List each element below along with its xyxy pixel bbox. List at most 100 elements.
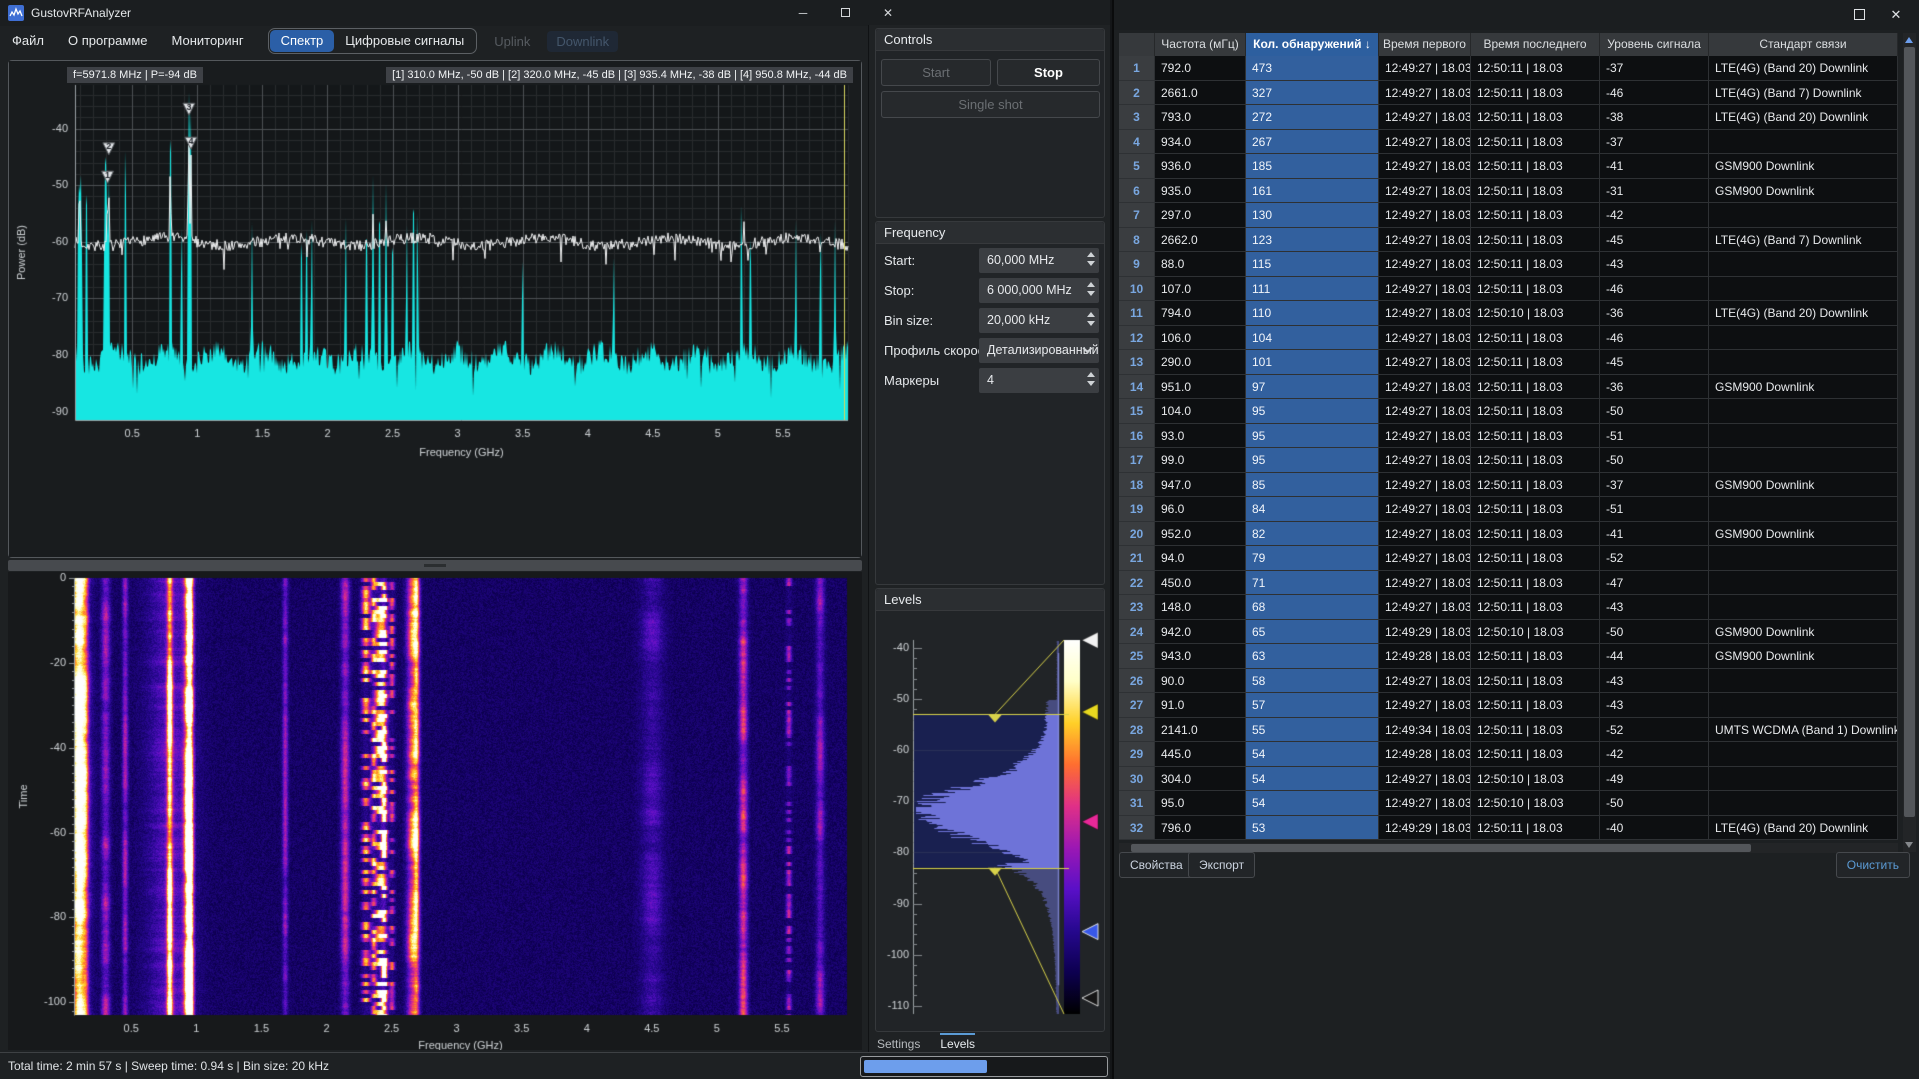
panel-tab[interactable]: Levels [940,1033,975,1055]
table-row[interactable]: 15 104.0 95 12:49:27 | 18.03 12:50:11 | … [1119,399,1898,424]
cell-last-time: 12:50:11 | 18.03 [1471,571,1600,596]
table-row[interactable]: 28 2141.0 55 12:49:34 | 18.03 12:50:11 |… [1119,718,1898,743]
table-row[interactable]: 29 445.0 54 12:49:28 | 18.03 12:50:11 | … [1119,742,1898,767]
table-header-cell[interactable] [1119,33,1155,56]
menu-item[interactable]: О программе [56,27,160,55]
spin-down-icon[interactable] [1087,261,1095,266]
cell-first-time: 12:49:27 | 18.03 [1379,203,1471,228]
spin-down-icon[interactable] [1087,321,1095,326]
cell-first-time: 12:49:27 | 18.03 [1379,473,1471,498]
table-header-cell[interactable]: Кол. обнаружений ↓ [1246,33,1379,56]
table-row[interactable]: 1 792.0 473 12:49:27 | 18.03 12:50:11 | … [1119,56,1898,81]
table-row[interactable]: 31 95.0 54 12:49:27 | 18.03 12:50:10 | 1… [1119,791,1898,816]
maximize-button[interactable] [824,0,866,26]
spin-down-icon[interactable] [1087,381,1095,386]
table-row[interactable]: 19 96.0 84 12:49:27 | 18.03 12:50:11 | 1… [1119,497,1898,522]
spin-up-icon[interactable] [1087,252,1095,257]
menu-items: ФайлО программеМониторинг [0,27,256,55]
panel-tab[interactable]: Settings [877,1033,920,1055]
table-row[interactable]: 21 94.0 79 12:49:27 | 18.03 12:50:11 | 1… [1119,546,1898,571]
field-value: Детализированный [987,343,1099,357]
vertical-scrollbar[interactable] [1903,33,1916,852]
stop-button[interactable]: Stop [997,59,1100,86]
table-row[interactable]: 23 148.0 68 12:49:27 | 18.03 12:50:11 | … [1119,595,1898,620]
cell-signal-level: -36 [1600,375,1709,400]
spinner-icons[interactable] [1087,312,1095,326]
properties-button[interactable]: Свойства [1119,852,1194,878]
menu-item[interactable]: Файл [0,27,56,55]
field-input[interactable]: 60,000 MHz [979,248,1099,273]
close-button[interactable]: ✕ [866,0,910,26]
table-row[interactable]: 14 951.0 97 12:49:27 | 18.03 12:50:11 | … [1119,375,1898,400]
link-tab[interactable]: Uplink [485,31,539,52]
mode-tab[interactable]: Спектр [270,30,335,52]
table-header-cell[interactable]: Частота (мГц) [1155,33,1246,56]
plot-splitter[interactable] [8,560,862,571]
table-row[interactable]: 2 2661.0 327 12:49:27 | 18.03 12:50:11 |… [1119,81,1898,106]
vertical-scrollbar-thumb[interactable] [1904,47,1915,817]
field-input[interactable]: Детализированный [979,338,1099,363]
table-header-cell[interactable]: Уровень сигнала [1600,33,1709,56]
table-row[interactable]: 26 90.0 58 12:49:27 | 18.03 12:50:11 | 1… [1119,669,1898,694]
field-input[interactable]: 6 000,000 MHz [979,278,1099,303]
table-header-cell[interactable]: Стандарт связи [1709,33,1898,56]
table-header-cell[interactable]: Время последнего [1471,33,1600,56]
cell-detections-count: 79 [1246,546,1379,571]
table-row[interactable]: 11 794.0 110 12:49:27 | 18.03 12:50:10 |… [1119,301,1898,326]
cell-detections-count: 185 [1246,154,1379,179]
table-row[interactable]: 7 297.0 130 12:49:27 | 18.03 12:50:11 | … [1119,203,1898,228]
table-row[interactable]: 24 942.0 65 12:49:29 | 18.03 12:50:10 | … [1119,620,1898,645]
table-header-cell[interactable]: Время первого [1379,33,1471,56]
horizontal-scrollbar-thumb[interactable] [1131,844,1751,852]
table-row[interactable]: 18 947.0 85 12:49:27 | 18.03 12:50:11 | … [1119,473,1898,498]
spinner-icons[interactable] [1087,252,1095,266]
spin-up-icon[interactable] [1087,282,1095,287]
row-index: 21 [1119,546,1155,571]
maximize-button[interactable] [1847,3,1871,27]
scroll-up-icon[interactable] [1905,37,1913,43]
spectrum-plot[interactable] [9,61,861,557]
field-input[interactable]: 20,000 kHz [979,308,1099,333]
table-row[interactable]: 16 93.0 95 12:49:27 | 18.03 12:50:11 | 1… [1119,424,1898,449]
cell-frequency: 2662.0 [1155,228,1246,253]
spin-down-icon[interactable] [1087,291,1095,296]
export-button[interactable]: Экспорт [1188,852,1255,878]
table-row[interactable]: 30 304.0 54 12:49:27 | 18.03 12:50:10 | … [1119,767,1898,792]
spinner-icons[interactable] [1087,372,1095,386]
cell-last-time: 12:50:11 | 18.03 [1471,448,1600,473]
cell-last-time: 12:50:11 | 18.03 [1471,375,1600,400]
spinner-icons[interactable] [1087,282,1095,296]
table-row[interactable]: 17 99.0 95 12:49:27 | 18.03 12:50:11 | 1… [1119,448,1898,473]
table-row[interactable]: 32 796.0 53 12:49:29 | 18.03 12:50:11 | … [1119,816,1898,841]
table-row[interactable]: 3 793.0 272 12:49:27 | 18.03 12:50:11 | … [1119,105,1898,130]
spin-up-icon[interactable] [1087,312,1095,317]
table-row[interactable]: 27 91.0 57 12:49:27 | 18.03 12:50:11 | 1… [1119,693,1898,718]
cell-detections-count: 71 [1246,571,1379,596]
menu-item[interactable]: Мониторинг [160,27,256,55]
table-row[interactable]: 20 952.0 82 12:49:27 | 18.03 12:50:11 | … [1119,522,1898,547]
table-row[interactable]: 10 107.0 111 12:49:27 | 18.03 12:50:11 |… [1119,277,1898,302]
start-button[interactable]: Start [881,59,991,86]
levels-histogram[interactable] [876,612,1104,1028]
cell-first-time: 12:49:29 | 18.03 [1379,620,1471,645]
single-shot-button[interactable]: Single shot [881,91,1100,118]
mode-tab[interactable]: Цифровые сигналы [334,30,475,52]
table-row[interactable]: 13 290.0 101 12:49:27 | 18.03 12:50:11 |… [1119,350,1898,375]
table-row[interactable]: 4 934.0 267 12:49:27 | 18.03 12:50:11 | … [1119,130,1898,155]
table-row[interactable]: 5 936.0 185 12:49:27 | 18.03 12:50:11 | … [1119,154,1898,179]
link-tab[interactable]: Downlink [547,31,618,52]
scroll-down-icon[interactable] [1905,842,1913,848]
table-row[interactable]: 8 2662.0 123 12:49:27 | 18.03 12:50:11 |… [1119,228,1898,253]
table-row[interactable]: 12 106.0 104 12:49:27 | 18.03 12:50:11 |… [1119,326,1898,351]
field-input[interactable]: 4 [979,368,1099,393]
table-row[interactable]: 9 88.0 115 12:49:27 | 18.03 12:50:11 | 1… [1119,252,1898,277]
close-button[interactable]: ✕ [1884,3,1908,27]
waterfall-plot[interactable] [8,572,862,1050]
spin-up-icon[interactable] [1087,372,1095,377]
table-row[interactable]: 6 935.0 161 12:49:27 | 18.03 12:50:11 | … [1119,179,1898,204]
table-row[interactable]: 25 943.0 63 12:49:28 | 18.03 12:50:11 | … [1119,644,1898,669]
row-index: 19 [1119,497,1155,522]
table-row[interactable]: 22 450.0 71 12:49:27 | 18.03 12:50:11 | … [1119,571,1898,596]
clear-button[interactable]: Очистить [1836,852,1910,878]
minimize-button[interactable]: ─ [782,0,824,26]
